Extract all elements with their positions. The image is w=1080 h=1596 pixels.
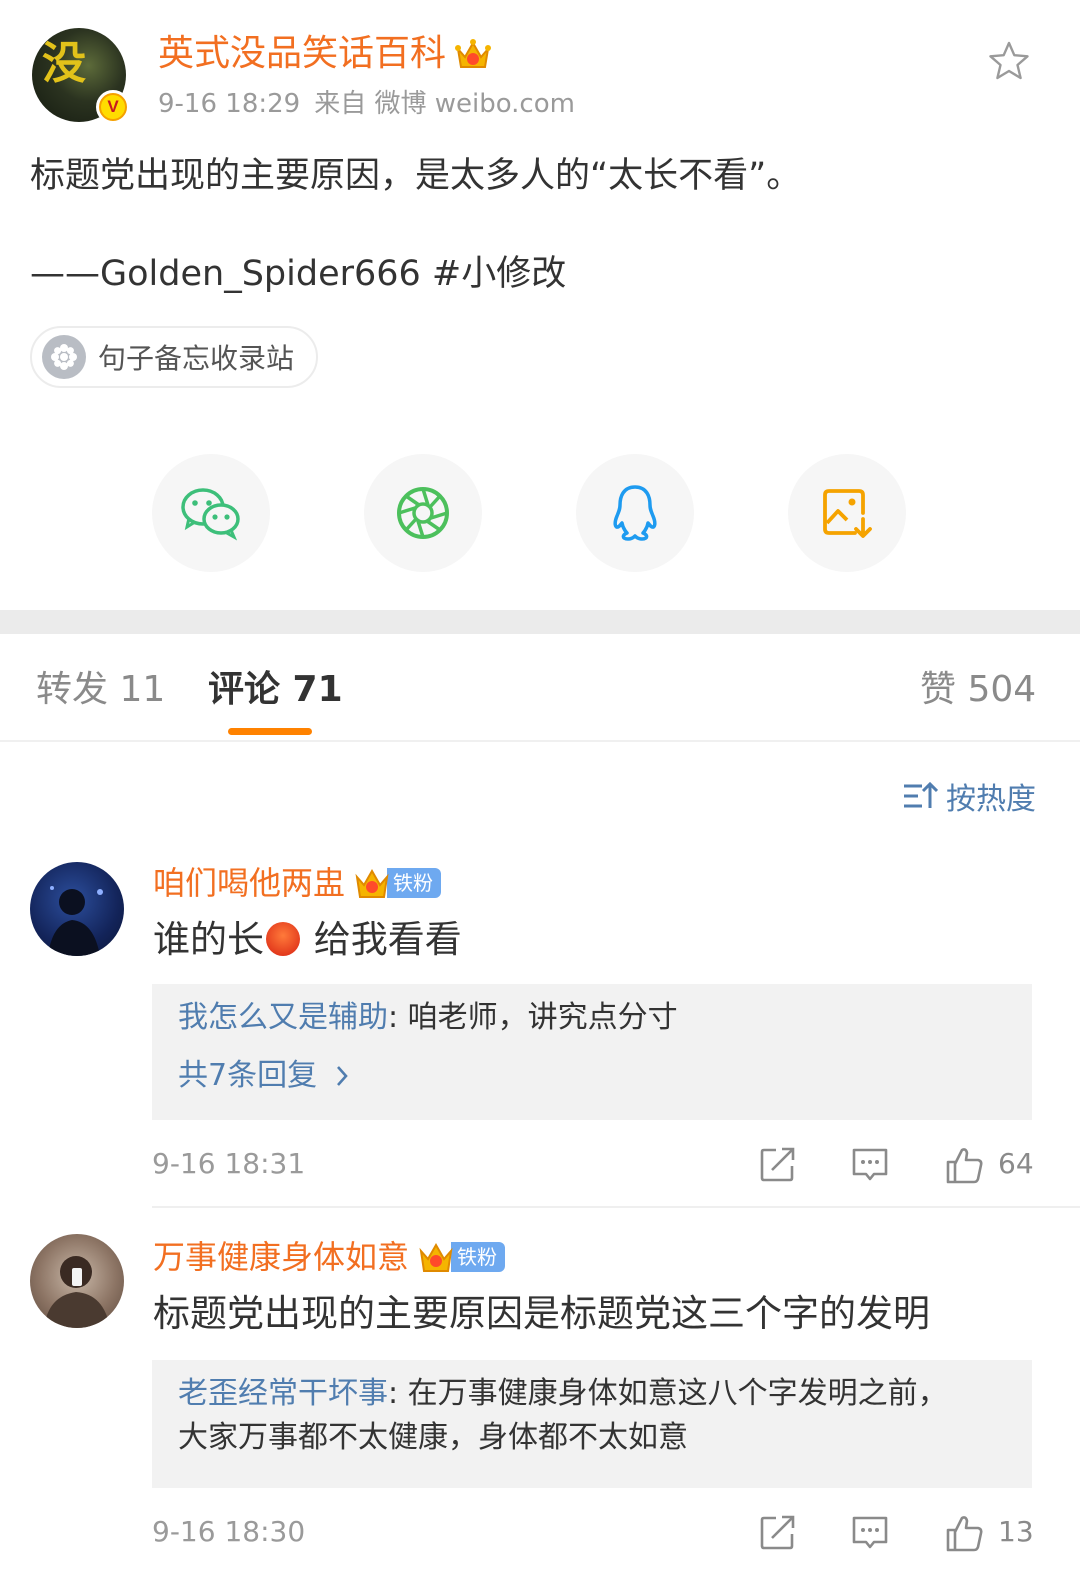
post-body-line: 标题党出现的主要原因，是太多人的“太长不看”。 <box>30 156 802 196</box>
crown-icon <box>419 1242 453 1272</box>
author-avatar[interactable]: 没 V <box>32 28 130 124</box>
active-tab-indicator <box>228 728 312 735</box>
crown-icon <box>355 868 389 898</box>
repost-icon[interactable] <box>758 1512 798 1552</box>
reply-user[interactable]: 老歪经常干坏事 <box>178 1376 388 1411</box>
favorite-star-icon[interactable] <box>988 40 1030 82</box>
reply-preview[interactable]: 老歪经常干坏事: 在万事健康身体如意这八个字发明之前， 大家万事都不太健康，身体… <box>152 1360 1032 1488</box>
post-tabs: 转发 11 评论 71 赞 504 <box>0 634 1080 742</box>
sort-by-hot-button[interactable]: 按热度 <box>902 776 1036 817</box>
share-wechat-button[interactable] <box>152 454 270 572</box>
comment-time: 9-16 18:30 <box>152 1515 306 1548</box>
comment-icon[interactable] <box>850 1512 890 1552</box>
share-moments-button[interactable] <box>364 454 482 572</box>
repost-icon[interactable] <box>758 1144 798 1184</box>
post-meta: 9-16 18:29 来自 微博 weibo.com <box>158 86 575 122</box>
comment-text: 标题党出现的主要原因是标题党这三个字的发明 <box>153 1292 930 1335</box>
angry-emoji-icon <box>266 922 300 956</box>
avatar-silhouette <box>44 1256 110 1328</box>
save-image-button[interactable] <box>788 454 906 572</box>
reply-user[interactable]: 我怎么又是辅助 <box>178 1000 388 1035</box>
chevron-right-icon <box>337 1066 348 1086</box>
tab-repost[interactable]: 转发 11 <box>36 668 165 712</box>
weibo-post: 没 V 英式没品笑话百科 9-16 18:29 来自 微博 weibo.com 标… <box>0 0 1080 620</box>
comment-footer: 9-16 18:30 13 <box>152 1510 1034 1554</box>
crown-icon <box>455 39 492 68</box>
avatar-silhouette <box>48 886 103 956</box>
wechat-icon <box>181 488 240 541</box>
flower-icon <box>42 335 86 379</box>
section-divider <box>0 610 1080 634</box>
tab-comments[interactable]: 评论 71 <box>208 668 343 712</box>
commenter-avatar[interactable] <box>30 1234 124 1328</box>
qq-icon <box>613 485 657 541</box>
post-source: 来自 微博 weibo.com <box>314 89 575 119</box>
save-image-icon <box>823 489 872 538</box>
author-name[interactable]: 英式没品笑话百科 <box>158 32 492 76</box>
reply-line: 大家万事都不太健康，身体都不太如意 <box>178 1420 688 1455</box>
commenter-avatar[interactable] <box>30 862 124 956</box>
post-time: 9-16 18:29 <box>158 89 301 119</box>
like-count: 64 <box>998 1147 1034 1180</box>
share-row <box>0 454 1080 572</box>
reply-line: 老歪经常干坏事: 在万事健康身体如意这八个字发明之前， <box>178 1376 948 1411</box>
post-body-line: ——Golden_Spider666 #小修改 <box>30 254 567 294</box>
like-thumb-icon[interactable] <box>944 1512 984 1552</box>
topic-tag-label: 句子备忘收录站 <box>98 342 295 375</box>
avatar-text: 没 <box>42 38 86 89</box>
comment-divider <box>152 1206 1080 1208</box>
comment-footer: 9-16 18:31 64 <box>152 1142 1034 1186</box>
fan-badge: 铁粉 <box>417 1239 506 1275</box>
topic-tag[interactable]: 句子备忘收录站 <box>30 326 319 388</box>
moments-icon <box>397 487 449 539</box>
sort-label: 按热度 <box>946 782 1036 817</box>
verified-badge: V <box>96 90 130 124</box>
comment-text: 谁的长 给我看看 <box>153 918 462 961</box>
share-qq-button[interactable] <box>576 454 694 572</box>
more-replies-link[interactable]: 共7条回复 <box>178 1054 1006 1098</box>
like-count: 13 <box>998 1515 1034 1548</box>
commenter-name[interactable]: 咱们喝他两盅 铁粉 <box>153 862 442 904</box>
tab-likes[interactable]: 赞 504 <box>920 668 1036 712</box>
reply-preview[interactable]: 我怎么又是辅助: 咱老师，讲究点分寸 共7条回复 <box>152 984 1032 1120</box>
fan-badge: 铁粉 <box>353 865 442 901</box>
reply-line: 我怎么又是辅助: 咱老师，讲究点分寸 <box>178 1000 678 1035</box>
comment-time: 9-16 18:31 <box>152 1147 306 1180</box>
comment-icon[interactable] <box>850 1144 890 1184</box>
like-thumb-icon[interactable] <box>944 1144 984 1184</box>
commenter-name[interactable]: 万事健康身体如意 铁粉 <box>153 1236 506 1278</box>
sort-icon <box>904 781 938 808</box>
